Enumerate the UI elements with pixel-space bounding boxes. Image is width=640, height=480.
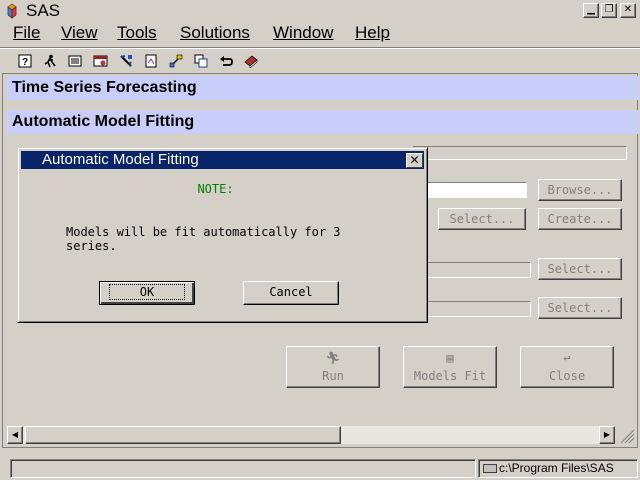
series-field[interactable] (413, 301, 531, 317)
status-path-area: c:\Program Files\SAS (478, 459, 638, 478)
dialog-message: Models will be fit automatically for 3 s… (66, 225, 341, 253)
minimize-button[interactable]: ▁ (583, 3, 599, 18)
document-icon (145, 54, 157, 68)
list-icon (68, 55, 82, 67)
note-dialog: Automatic Model Fitting ✕ NOTE: Models w… (17, 147, 428, 323)
help-icon: ? (18, 54, 32, 68)
menu-tools[interactable]: Tools (117, 23, 157, 43)
window-toolbar-button[interactable] (92, 52, 110, 70)
drive-icon (483, 464, 497, 474)
table-icon: ▤ (446, 351, 454, 365)
dialog-title: Automatic Model Fitting (42, 151, 199, 168)
cancel-button[interactable]: Cancel (243, 281, 339, 305)
menu-solutions[interactable]: Solutions (180, 23, 250, 43)
copy-icon (194, 54, 208, 68)
left-arrow-icon: ◀ (11, 430, 19, 439)
dialog-title-bar: Automatic Model Fitting ✕ (21, 151, 424, 169)
book-icon (244, 55, 258, 68)
status-message-area (10, 459, 476, 478)
menu-view[interactable]: View (61, 23, 98, 43)
run-button[interactable]: 🏃︎ Run (286, 346, 380, 388)
create-button[interactable]: Create... (538, 208, 622, 230)
tools-toolbar-button[interactable] (117, 52, 135, 70)
browse-button[interactable]: Browse... (538, 179, 622, 201)
status-bar: c:\Program Files\SAS (0, 456, 640, 480)
return-arrow-icon: ↩ (563, 351, 571, 365)
run-toolbar-button[interactable] (41, 52, 59, 70)
minimize-icon: ▁ (587, 4, 595, 15)
window-icon (93, 55, 108, 67)
copy-toolbar-button[interactable] (192, 52, 210, 70)
svg-text:?: ? (22, 57, 28, 68)
select-interval-button[interactable]: Select... (538, 258, 622, 280)
close-icon: ✕ (623, 4, 633, 15)
sas-logo-icon (7, 3, 17, 19)
select-series-button[interactable]: Select... (538, 297, 622, 319)
run-icon (44, 54, 56, 68)
menu-window[interactable]: Window (273, 23, 333, 43)
models-fit-button[interactable]: ▤ Models Fit (403, 346, 497, 388)
close-icon: ✕ (409, 153, 420, 167)
help-button[interactable]: ? (16, 52, 34, 70)
data-set-field[interactable] (413, 182, 527, 198)
explorer-toolbar-button[interactable] (167, 52, 185, 70)
app-title-bar: SAS ▁ ❐ ✕ (0, 0, 640, 22)
toolbar: ? (0, 47, 640, 73)
banner-automatic-model-fitting: Automatic Model Fitting (7, 110, 639, 134)
resize-grip-icon[interactable] (615, 426, 635, 444)
dialog-note-label: NOTE: (197, 182, 234, 196)
close-window-button[interactable]: ✕ (620, 3, 636, 18)
interval-field[interactable] (413, 262, 531, 278)
select-time-id-button[interactable]: Select... (438, 208, 526, 230)
restore-button[interactable]: ❐ (601, 3, 617, 18)
right-arrow-icon: ▶ (603, 430, 611, 439)
scroll-right-button[interactable]: ▶ (599, 426, 615, 444)
undo-toolbar-button[interactable] (217, 52, 235, 70)
banner-time-series-forecasting: Time Series Forecasting (7, 76, 639, 100)
undo-icon (220, 56, 233, 66)
app-title: SAS (26, 1, 61, 20)
book-toolbar-button[interactable] (242, 52, 260, 70)
tools-icon (120, 55, 132, 67)
dialog-close-button[interactable]: ✕ (406, 153, 423, 168)
current-path: c:\Program Files\SAS (499, 461, 614, 475)
document-toolbar-button[interactable] (142, 52, 160, 70)
menu-help[interactable]: Help (355, 23, 390, 43)
horizontal-scrollbar[interactable]: ◀ ▶ (7, 426, 615, 444)
menu-file[interactable]: File (13, 23, 40, 43)
restore-icon: ❐ (604, 4, 614, 15)
project-field[interactable] (413, 146, 627, 160)
run-figure-icon: 🏃︎ (325, 351, 341, 365)
menu-bar: File View Tools Solutions Window Help (0, 22, 640, 46)
list-toolbar-button[interactable] (66, 52, 84, 70)
explorer-icon (169, 54, 183, 68)
scrollbar-thumb[interactable] (25, 426, 341, 444)
close-button[interactable]: ↩ Close (520, 346, 614, 388)
ok-button[interactable]: OK (99, 281, 195, 305)
scroll-left-button[interactable]: ◀ (7, 426, 23, 444)
